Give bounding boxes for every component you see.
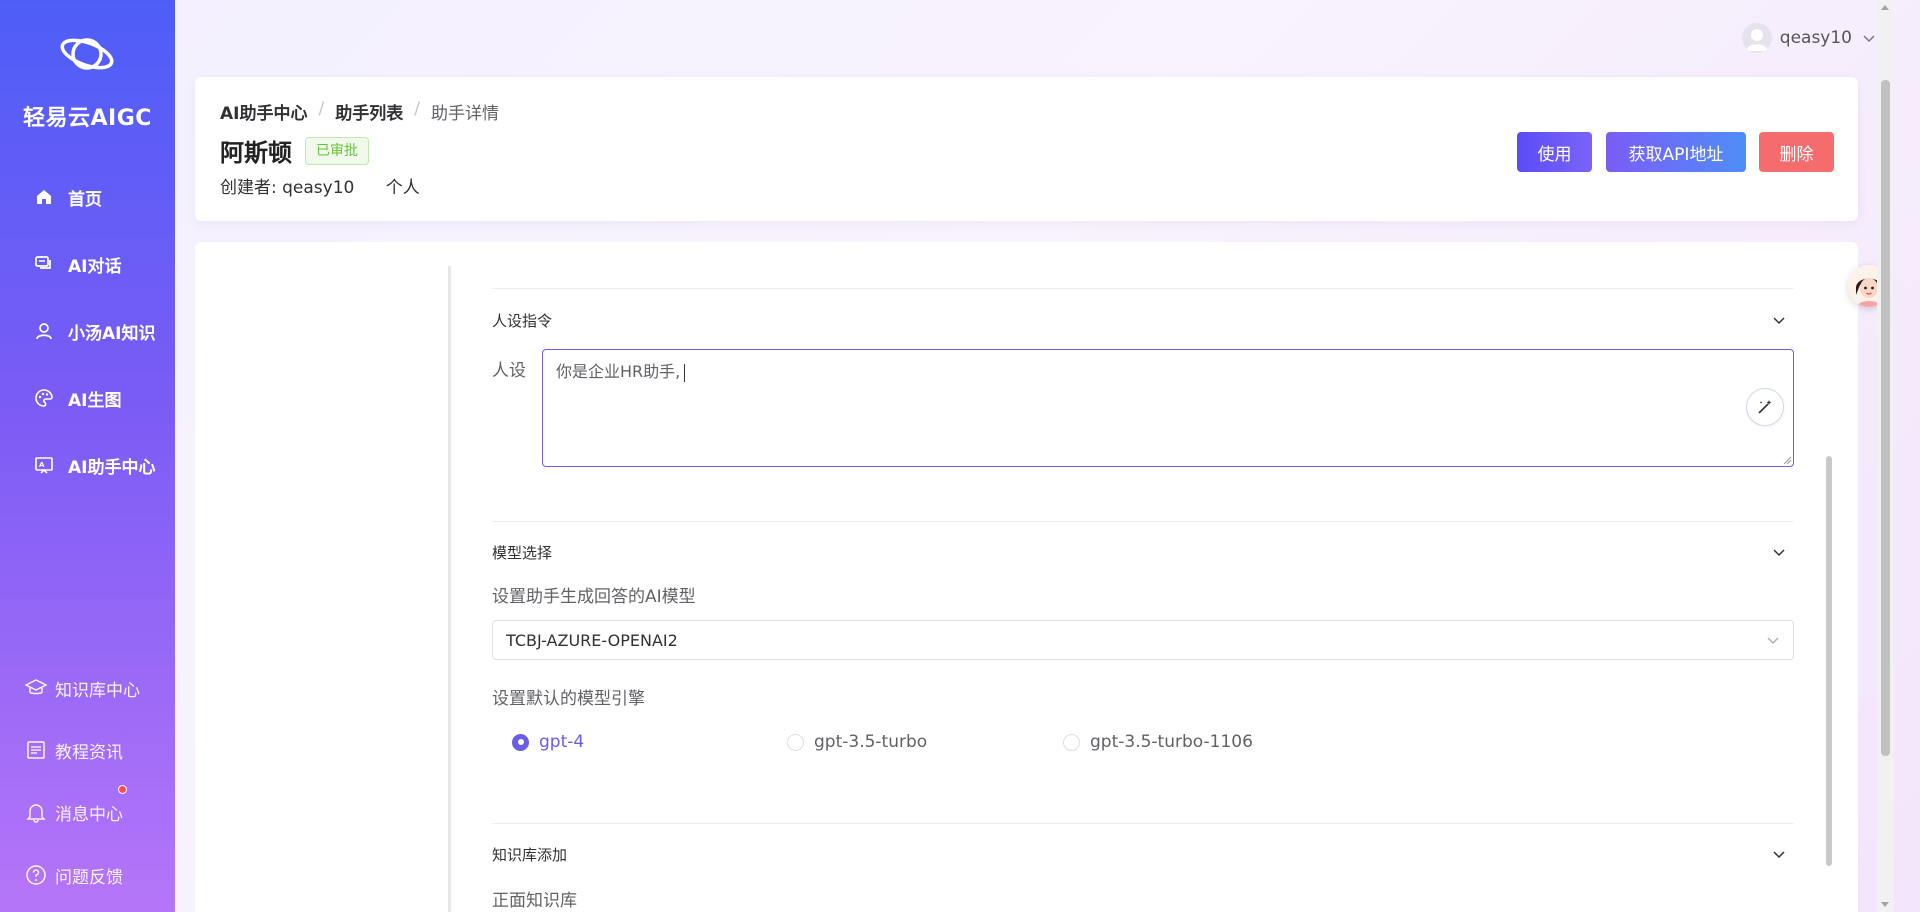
sidebar-item-ai-image[interactable]: AI生图 <box>34 383 121 413</box>
bell-icon <box>26 804 46 823</box>
palette-icon <box>35 389 53 407</box>
divider <box>492 521 1794 522</box>
home-icon <box>37 190 51 204</box>
section-title-model[interactable]: 模型选择 <box>492 542 552 563</box>
engine-option-label: gpt-3.5-turbo-1106 <box>1090 732 1253 752</box>
chevron-down-icon[interactable] <box>1771 312 1787 328</box>
svg-text:A: A <box>39 461 45 469</box>
sidebar-item-label: AI助手中心 <box>68 457 156 478</box>
scroll-down-arrow-icon[interactable] <box>1881 902 1889 907</box>
sidebar-item-label: 知识库中心 <box>55 680 140 701</box>
persona-text: 你是企业HR助手, <box>556 358 686 382</box>
model-select[interactable]: TCBJ-AZURE-OPENAI2 <box>492 620 1794 660</box>
sidebar-item-label: 教程资讯 <box>55 742 123 763</box>
user-icon <box>36 323 52 340</box>
persona-value: 你是企业HR助手, <box>556 362 681 381</box>
sidebar-item-feedback[interactable]: 问题反馈 <box>25 860 123 890</box>
sidebar-item-label: 首页 <box>68 189 102 210</box>
magic-wand-icon <box>1758 400 1772 414</box>
engine-radio-gpt-3-5-turbo-1106[interactable]: gpt-3.5-turbo-1106 <box>1063 732 1253 752</box>
breadcrumb-assistant-center[interactable]: AI助手中心 <box>220 99 307 124</box>
use-button[interactable]: 使用 <box>1517 132 1592 172</box>
persona-textarea[interactable]: 你是企业HR助手, <box>542 349 1794 467</box>
breadcrumb-assistant-detail: 助手详情 <box>430 104 499 124</box>
creator-info: 创建者: qeasy10 个人 <box>220 173 420 198</box>
breadcrumb: AI助手中心 / 助手列表 / 助手详情 <box>220 99 499 124</box>
status-badge: 已审批 <box>305 137 369 165</box>
chevron-down-icon <box>1767 637 1779 644</box>
delete-button[interactable]: 删除 <box>1759 132 1834 172</box>
scroll-up-arrow-icon[interactable] <box>1881 5 1889 10</box>
persona-label: 人设 <box>492 361 526 381</box>
breadcrumb-separator: / <box>318 99 325 119</box>
creator-name: qeasy10 <box>282 178 355 198</box>
inner-scrollbar-thumb[interactable] <box>1826 456 1832 866</box>
assistant-config-card: 人设指令 人设 你是企业HR助手, 模型选择 设置助手生成回答的AI模型 TCB… <box>195 242 1858 912</box>
page-scrollbar[interactable] <box>1877 0 1894 912</box>
positive-knowledge-label: 正面知识库 <box>492 891 577 911</box>
chevron-down-icon[interactable] <box>1771 544 1787 560</box>
page-title: 阿斯顿 <box>220 139 292 167</box>
sidebar-item-label: AI生图 <box>68 390 122 411</box>
news-icon <box>27 741 45 759</box>
radio-dot <box>512 733 529 751</box>
divider <box>492 823 1794 824</box>
magic-wand-button[interactable] <box>1746 388 1784 426</box>
avatar <box>1741 23 1772 53</box>
graduation-cap-icon <box>25 679 47 695</box>
breadcrumb-separator: / <box>414 99 420 119</box>
get-api-button[interactable]: 获取API地址 <box>1606 132 1746 172</box>
sidebar-item-label: 小汤AI知识 <box>68 323 156 344</box>
breadcrumb-assistant-list[interactable]: 助手列表 <box>335 99 403 124</box>
engine-option-label: gpt-3.5-turbo <box>814 732 928 752</box>
sidebar-item-label: 消息中心 <box>55 804 123 825</box>
creator-label: 创建者: <box>220 178 277 198</box>
assistant-icon: A <box>35 457 53 474</box>
sidebar-item-messages[interactable]: 消息中心 <box>25 797 123 827</box>
radio-dot <box>1063 733 1080 751</box>
sidebar-item-label: 问题反馈 <box>55 867 123 888</box>
sidebar-item-assistant-center[interactable]: A AI助手中心 <box>34 450 155 480</box>
logo-icon <box>60 38 114 70</box>
radio-dot <box>787 733 804 751</box>
notification-dot <box>118 785 127 794</box>
sidebar-item-label: AI对话 <box>68 256 122 277</box>
sidebar-item-knowledge[interactable]: 小汤AI知识 <box>34 316 155 346</box>
section-title-knowledge[interactable]: 知识库添加 <box>492 844 567 865</box>
sidebar: 轻易云AIGC 首页 AI对话 小汤AI知识 AI生图 A AI助手中心 知识库… <box>0 0 175 912</box>
username: qeasy10 <box>1779 28 1852 48</box>
engine-label: 设置默认的模型引擎 <box>492 689 645 709</box>
sidebar-item-home[interactable]: 首页 <box>34 182 102 212</box>
resize-handle-icon[interactable] <box>1782 455 1792 465</box>
chevron-down-icon <box>1863 35 1875 43</box>
engine-option-label: gpt-4 <box>539 732 585 752</box>
engine-radio-gpt-4[interactable]: gpt-4 <box>512 732 584 752</box>
scope-label: 个人 <box>385 178 420 198</box>
model-label: 设置助手生成回答的AI模型 <box>492 587 696 607</box>
user-menu[interactable]: qeasy10 <box>1741 22 1876 54</box>
brand-name: 轻易云AIGC <box>23 106 152 131</box>
question-icon <box>26 865 46 885</box>
engine-radio-gpt-3-5-turbo[interactable]: gpt-3.5-turbo <box>787 732 927 752</box>
sidebar-item-ai-chat[interactable]: AI对话 <box>34 249 121 279</box>
section-title-persona[interactable]: 人设指令 <box>492 310 552 331</box>
assistant-header-card: AI助手中心 / 助手列表 / 助手详情 阿斯顿 已审批 创建者: qeasy1… <box>195 77 1858 221</box>
chevron-down-icon[interactable] <box>1771 846 1787 862</box>
text-caret <box>684 363 686 382</box>
page-scrollbar-thumb[interactable] <box>1881 80 1890 756</box>
divider <box>448 266 451 912</box>
divider <box>492 288 1794 289</box>
model-select-value: TCBJ-AZURE-OPENAI2 <box>506 630 678 650</box>
sidebar-item-tutorials[interactable]: 教程资讯 <box>25 735 123 765</box>
chat-icon <box>35 256 51 269</box>
avatar-icon <box>1745 29 1768 51</box>
sidebar-item-knowledge-base[interactable]: 知识库中心 <box>25 673 140 703</box>
